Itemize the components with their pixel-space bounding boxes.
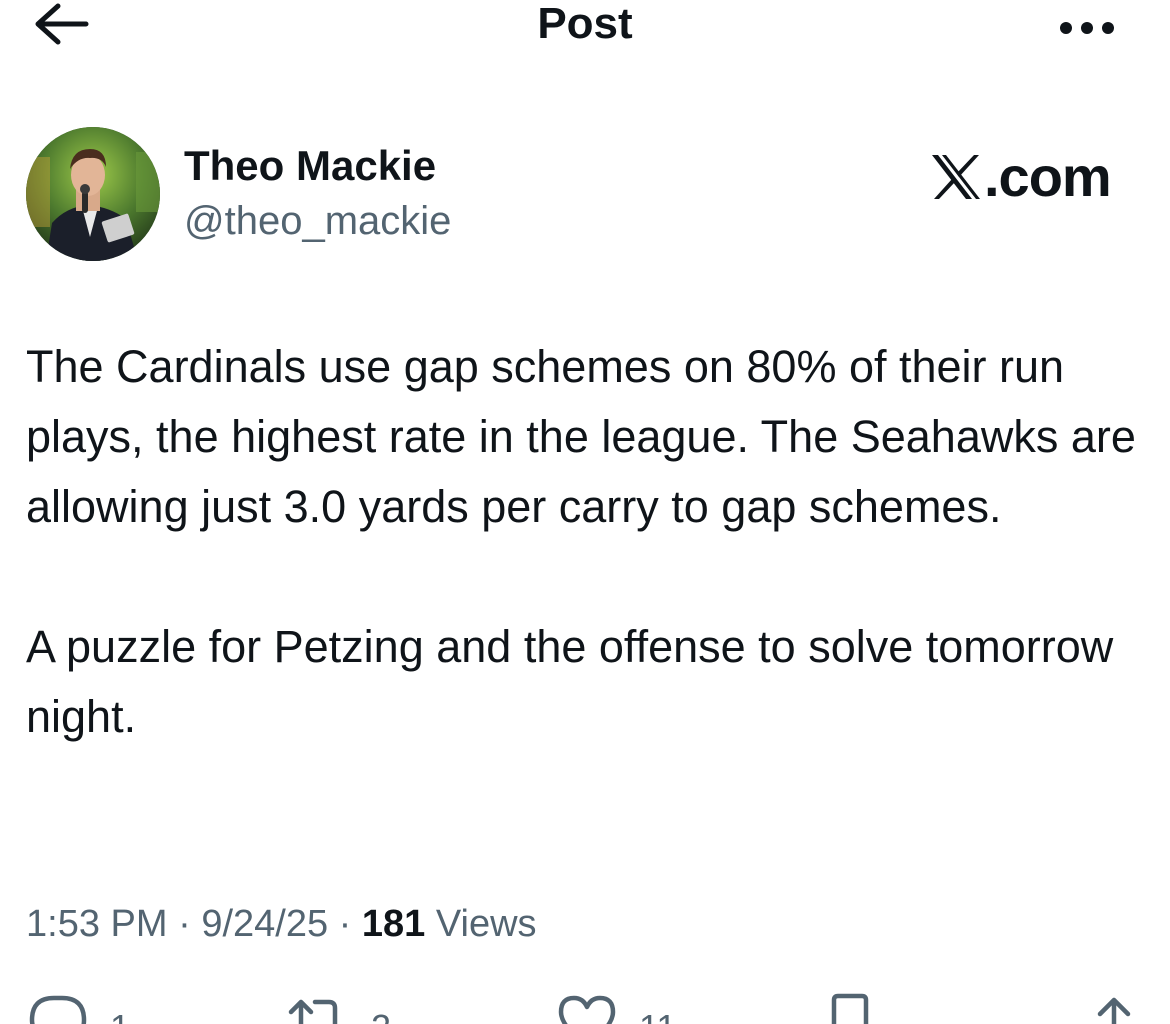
post-time[interactable]: 1:53 PM: [26, 903, 168, 945]
reply-count: 1: [110, 1010, 130, 1024]
meta-separator: ·: [328, 903, 362, 945]
meta-separator: ·: [167, 903, 202, 945]
share-button[interactable]: [1086, 990, 1142, 1024]
like-button[interactable]: 11: [555, 990, 676, 1024]
reply-button[interactable]: 1: [26, 990, 130, 1024]
post-paragraph: A puzzle for Petzing and the offense to …: [26, 621, 1114, 742]
page-title: Post: [537, 0, 633, 48]
profile-photo: [26, 127, 160, 261]
repost-count: 2: [371, 1010, 391, 1024]
x-watermark: .com: [930, 145, 1112, 209]
avatar[interactable]: [26, 127, 160, 261]
post-paragraph: The Cardinals use gap schemes on 80% of …: [26, 341, 1136, 532]
like-count: 11: [639, 1010, 676, 1024]
display-name[interactable]: Theo Mackie: [184, 140, 436, 192]
repost-button[interactable]: 2: [285, 990, 391, 1024]
top-bar: Post: [0, 0, 1170, 60]
user-handle[interactable]: @theo_mackie: [184, 196, 451, 246]
x-domain-text: .com: [984, 145, 1112, 208]
x-logo-icon: [930, 153, 982, 201]
share-icon: [1097, 997, 1131, 1024]
views-count[interactable]: 181: [362, 903, 425, 945]
post-text: The Cardinals use gap schemes on 80% of …: [26, 332, 1151, 752]
heart-icon: [558, 995, 616, 1024]
post-date[interactable]: 9/24/25: [201, 903, 328, 945]
bookmark-icon: [831, 993, 869, 1024]
more-button[interactable]: [1052, 6, 1122, 40]
action-bar: 1 2 11: [0, 990, 1170, 1024]
reply-icon: [29, 995, 87, 1024]
views-label[interactable]: Views: [436, 903, 537, 945]
post-meta: 1:53 PM · 9/24/25 · 181 Views: [26, 898, 537, 950]
more-horizontal-icon: [1060, 22, 1114, 34]
bookmark-button[interactable]: [822, 990, 878, 1024]
repost-icon: [288, 999, 338, 1024]
